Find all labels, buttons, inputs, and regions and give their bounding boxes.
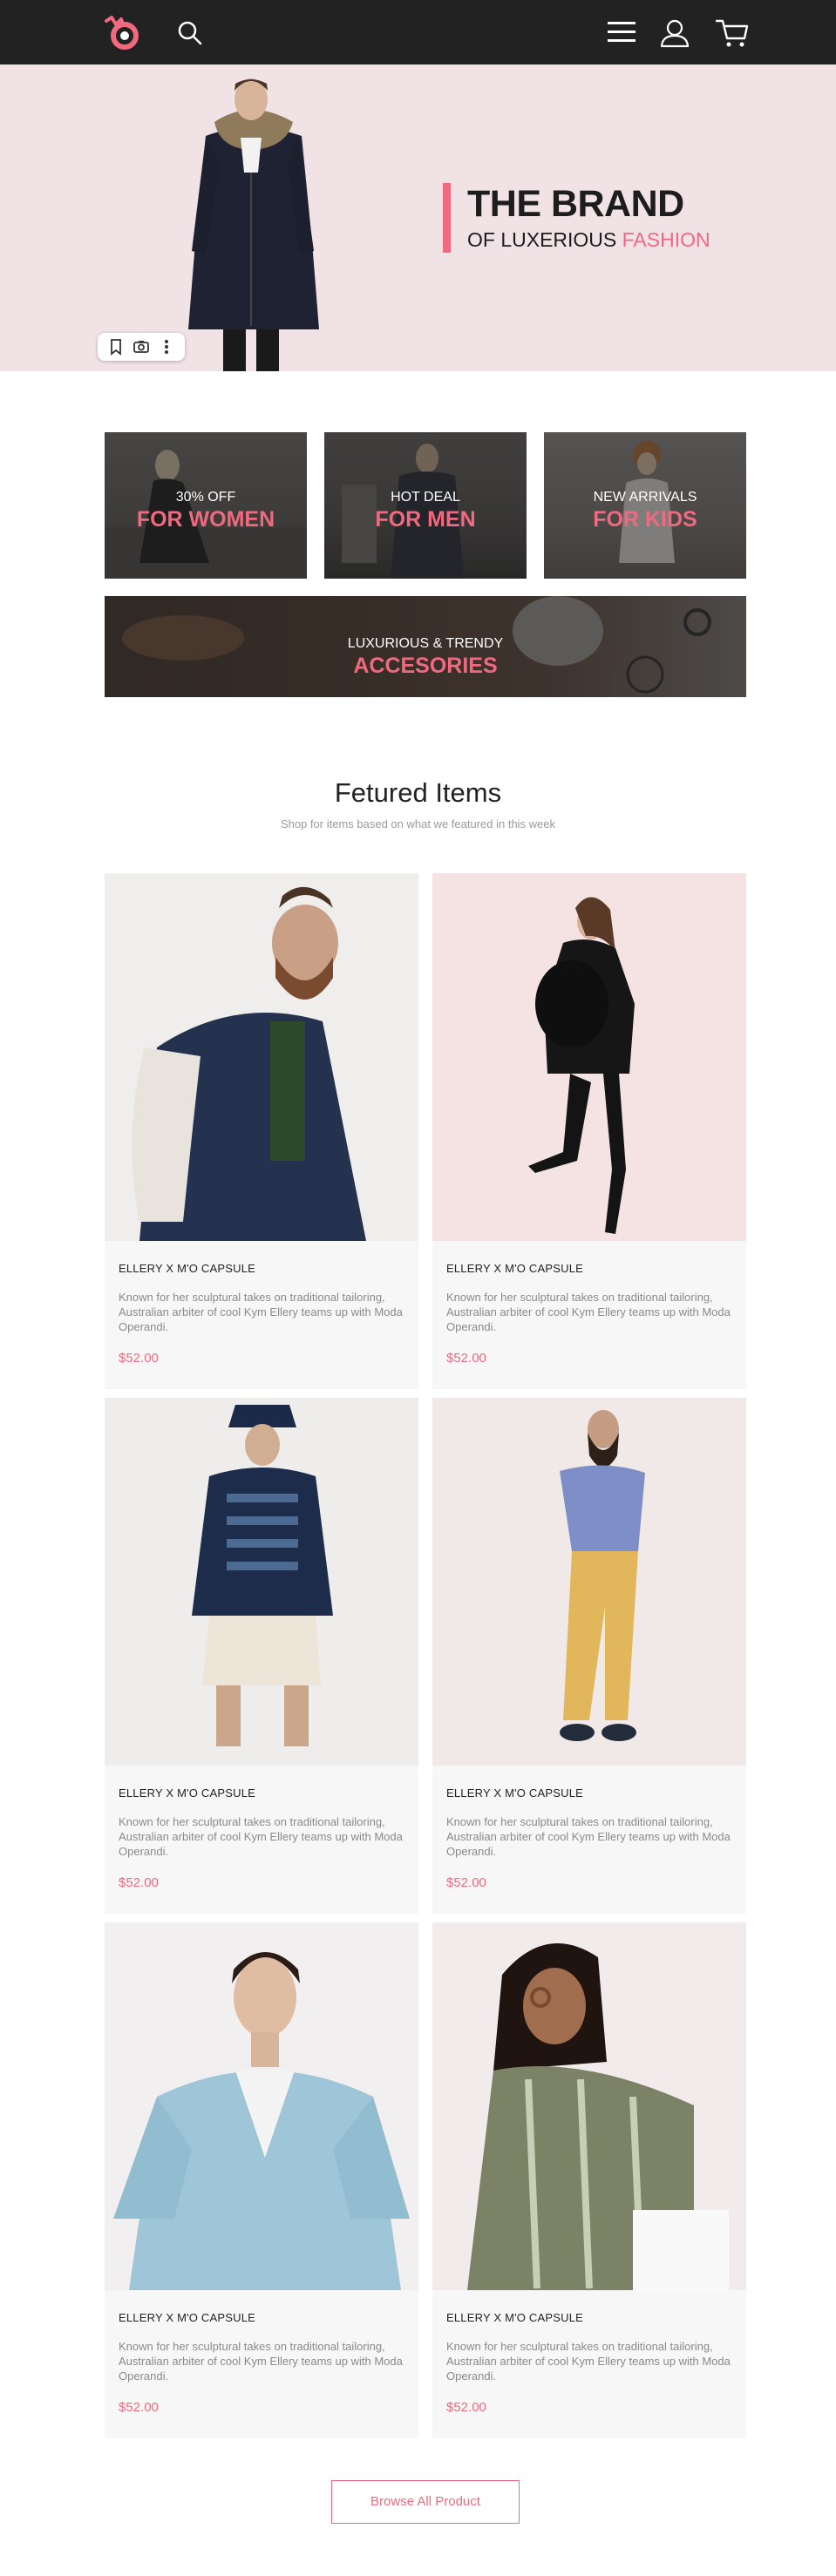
product-image[interactable] [432, 1922, 746, 2290]
accessories-tile-caption: LUXURIOUS & TRENDY [347, 636, 504, 651]
men-tile-caption: HOT DEAL [391, 490, 460, 505]
product-card[interactable]: ELLERY X M'O CAPSULE Known for her sculp… [432, 1398, 746, 1914]
featured-title: Fetured Items [334, 777, 502, 808]
kids-tile-title: FOR KIDS [593, 507, 697, 532]
brand-logo-icon[interactable] [101, 14, 143, 51]
cart-icon[interactable] [715, 17, 750, 49]
product-description: Known for her sculptural takes on tradit… [446, 2340, 731, 2383]
product-image[interactable] [105, 1398, 418, 1766]
product-price: $52.00 [119, 2400, 159, 2415]
hero-title: THE BRAND [467, 183, 684, 225]
browse-all-products-button[interactable]: Browse All Product [331, 2480, 520, 2524]
product-price: $52.00 [446, 1875, 486, 1890]
tile-overlay [105, 432, 307, 579]
product-name[interactable]: ELLERY X M'O CAPSULE [119, 1262, 255, 1275]
product-price: $52.00 [119, 1351, 159, 1366]
product-card[interactable]: ELLERY X M'O CAPSULE Known for her sculp… [105, 873, 418, 1389]
product-image[interactable] [105, 1922, 418, 2290]
hero-model-image [171, 68, 336, 371]
product-image[interactable] [432, 1398, 746, 1766]
top-navigation-bar [0, 0, 836, 64]
category-tile-men[interactable]: HOT DEAL FOR MEN [324, 432, 527, 579]
hero-subtitle-accent: FASHION [622, 228, 710, 251]
product-description: Known for her sculptural takes on tradit… [446, 1815, 731, 1858]
tile-overlay [324, 432, 527, 579]
bookmark-icon[interactable] [106, 337, 126, 356]
product-name[interactable]: ELLERY X M'O CAPSULE [119, 1786, 255, 1800]
hero-accent-bar [443, 183, 451, 253]
product-name[interactable]: ELLERY X M'O CAPSULE [446, 2311, 583, 2324]
product-card[interactable]: ELLERY X M'O CAPSULE Known for her sculp… [105, 1398, 418, 1914]
user-icon[interactable] [659, 17, 690, 49]
hero-subtitle-prefix: OF LUXERIOUS [467, 228, 622, 251]
image-tools-toolbar [98, 333, 185, 361]
product-image[interactable] [105, 873, 418, 1241]
product-price: $52.00 [119, 1875, 159, 1890]
camera-icon[interactable] [132, 337, 151, 356]
category-tile-accessories[interactable]: LUXURIOUS & TRENDY ACCESORIES [105, 596, 746, 697]
kids-tile-caption: NEW ARRIVALS [593, 490, 697, 505]
category-tile-kids[interactable]: NEW ARRIVALS FOR KIDS [544, 432, 746, 579]
product-description: Known for her sculptural takes on tradit… [119, 1815, 403, 1858]
product-description: Known for her sculptural takes on tradit… [119, 1291, 403, 1333]
women-tile-title: FOR WOMEN [136, 507, 275, 532]
women-tile-caption: 30% OFF [175, 490, 236, 505]
product-description: Known for her sculptural takes on tradit… [446, 1291, 731, 1333]
accessories-tile-title: ACCESORIES [353, 654, 498, 678]
product-name[interactable]: ELLERY X M'O CAPSULE [119, 2311, 255, 2324]
more-vertical-icon[interactable] [157, 337, 176, 356]
featured-subtitle: Shop for items based on what we featured… [280, 817, 556, 830]
men-tile-title: FOR MEN [375, 507, 476, 532]
product-price: $52.00 [446, 2400, 486, 2415]
product-name[interactable]: ELLERY X M'O CAPSULE [446, 1786, 583, 1800]
tile-overlay [544, 432, 746, 579]
product-image[interactable] [432, 873, 746, 1241]
search-icon[interactable] [174, 17, 206, 49]
hero-subtitle: OF LUXERIOUS FASHION [467, 228, 710, 252]
hero-banner: THE BRAND OF LUXERIOUS FASHION [0, 64, 836, 371]
hamburger-menu-icon[interactable] [605, 19, 638, 45]
product-card[interactable]: ELLERY X M'O CAPSULE Known for her sculp… [432, 1922, 746, 2438]
product-card[interactable]: ELLERY X M'O CAPSULE Known for her sculp… [105, 1922, 418, 2438]
product-card[interactable]: ELLERY X M'O CAPSULE Known for her sculp… [432, 873, 746, 1389]
category-tile-women[interactable]: 30% OFF FOR WOMEN [105, 432, 307, 579]
product-name[interactable]: ELLERY X M'O CAPSULE [446, 1262, 583, 1275]
product-description: Known for her sculptural takes on tradit… [119, 2340, 403, 2383]
product-price: $52.00 [446, 1351, 486, 1366]
